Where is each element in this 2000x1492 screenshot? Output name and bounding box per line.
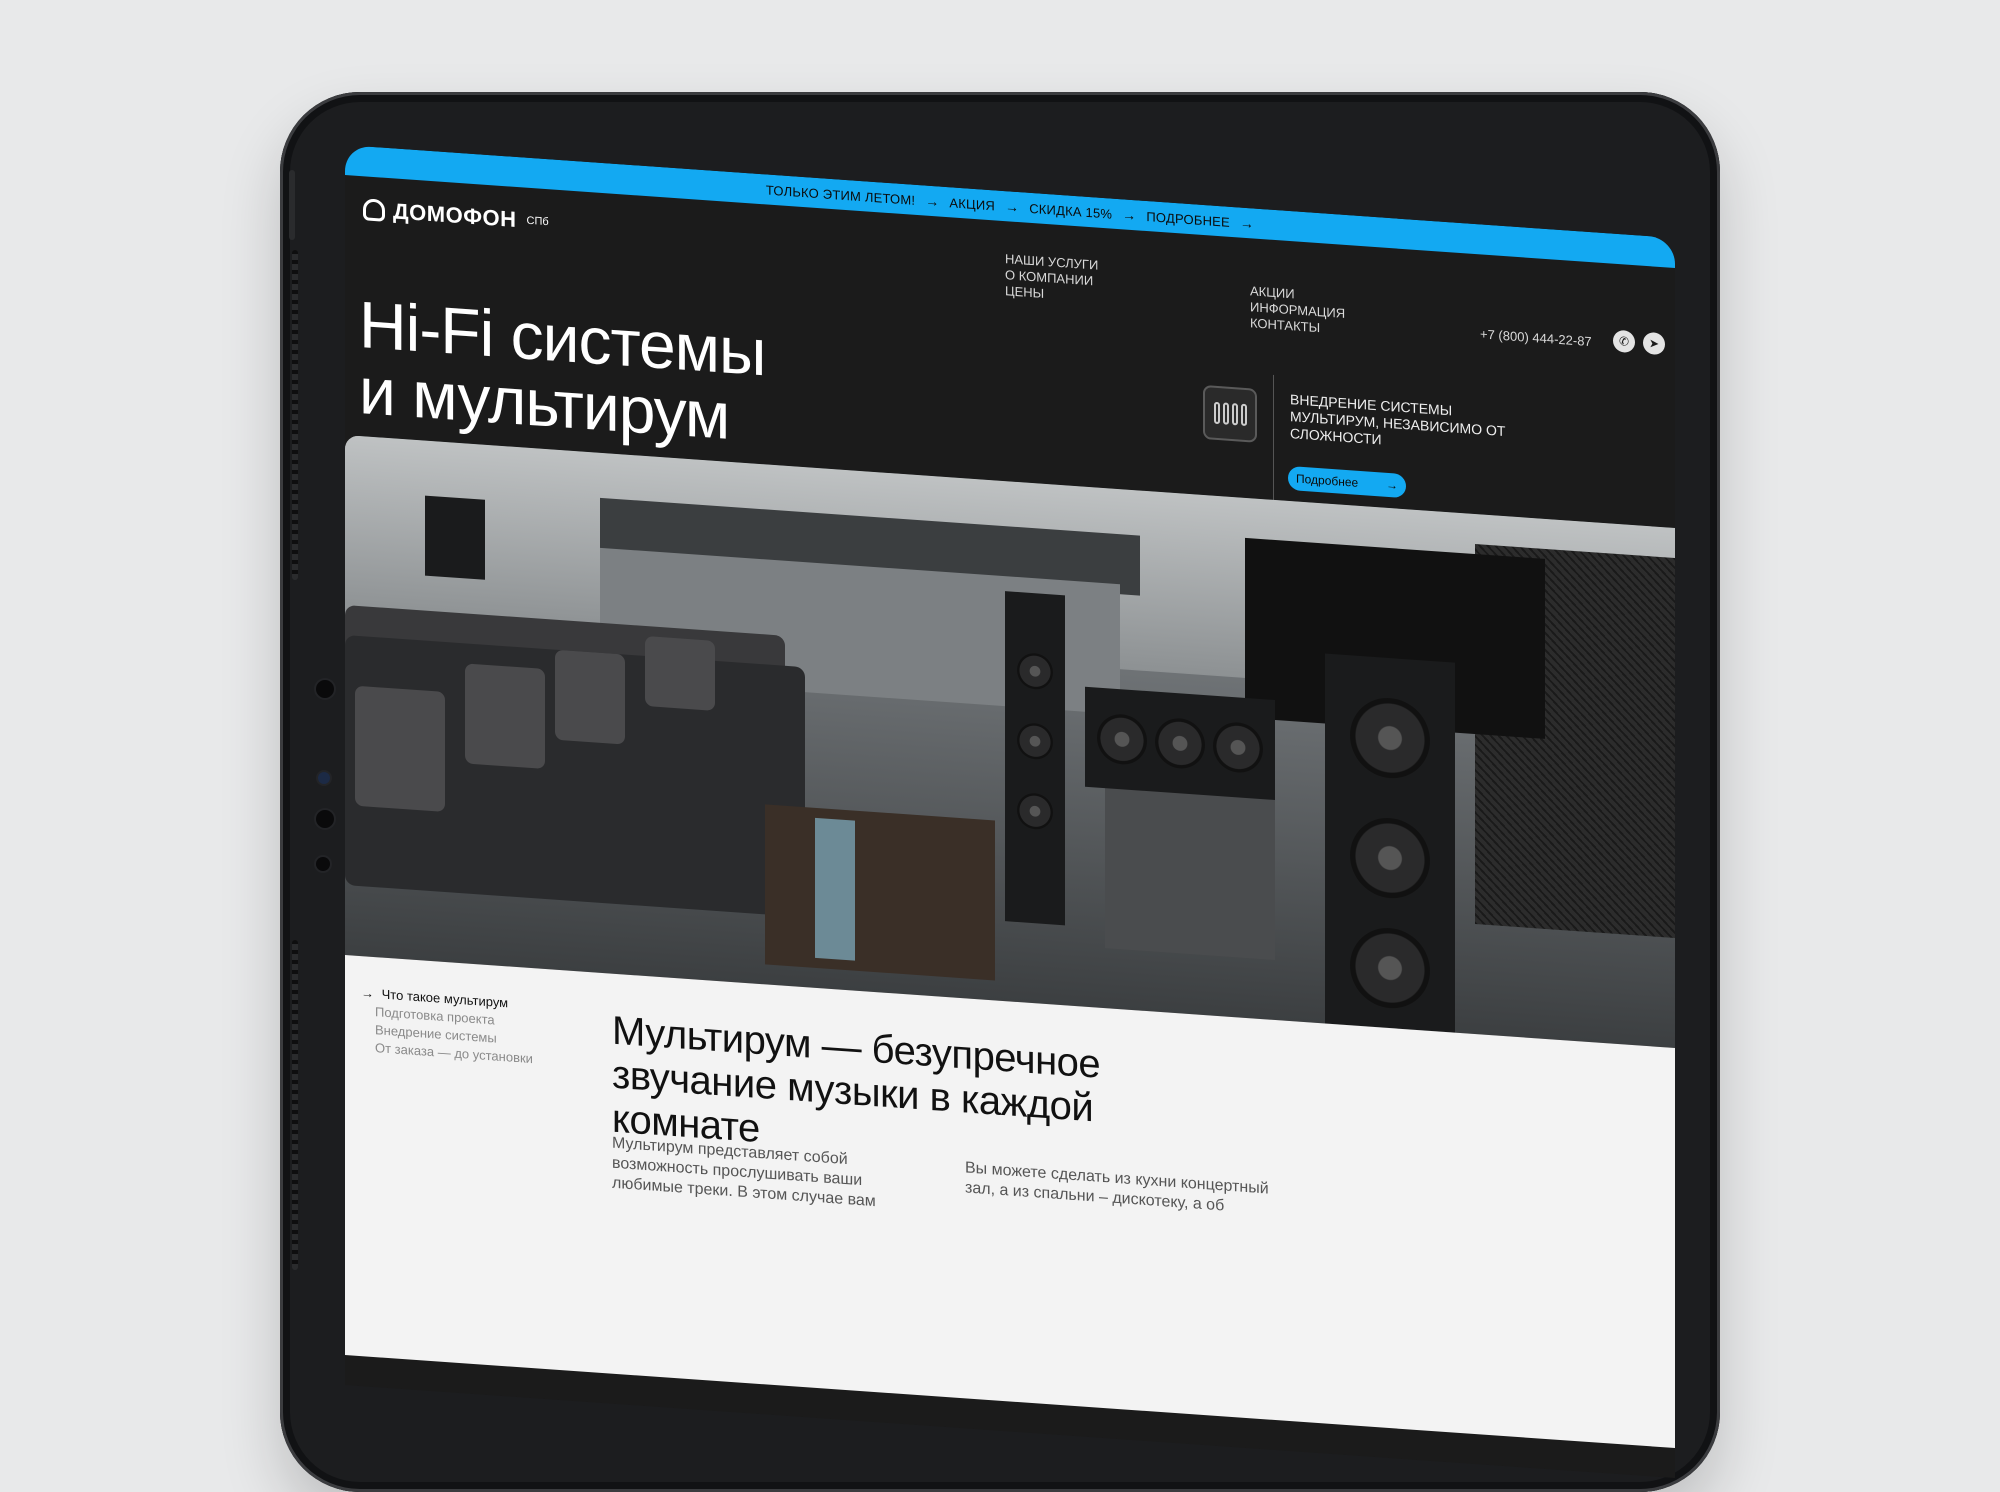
image-speaker-left [1005,591,1065,926]
arrow-right-icon: → [1122,206,1137,224]
promo-link-more[interactable]: ПОДРОБНЕЕ [1146,209,1230,230]
promo-text-discount: СКИДКА 15% [1029,200,1113,222]
phone-number[interactable]: +7 (800) 444-22-87 [1480,326,1592,349]
speaker-grille-lower [292,940,298,1270]
hero-image [345,435,1675,1049]
screen: ТОЛЬКО ЭТИМ ЛЕТОМ! → АКЦИЯ → СКИДКА 15% … [345,145,1675,1479]
speaker-grille [292,250,298,580]
divider [1273,374,1274,505]
image-table [765,804,995,981]
arrow-right-icon: → [1004,198,1020,216]
image-pillow [645,635,715,711]
whatsapp-icon[interactable]: ✆ [1613,329,1635,354]
image-rack [1105,778,1275,961]
logo[interactable]: ДОМОФОН СПб [363,196,549,235]
logo-text: ДОМОФОН [393,198,517,232]
multiroom-icon [1203,384,1257,443]
promo-text-action: АКЦИЯ [949,194,995,213]
nav-column-1: НАШИ УСЛУГИ О КОМПАНИИ ЦЕНЫ [1005,251,1098,306]
image-pillow [355,685,445,812]
image-table-glass [815,817,855,961]
sensor-dot [316,680,334,698]
hero-title: Hi-Fi системы и мультирум [359,287,766,453]
image-speaker-right [1325,653,1455,1033]
image-stand-speaker [425,495,485,580]
table-of-contents: → Что такое мультирум Подготовка проекта… [361,984,533,1068]
promo-text-only-summer: ТОЛЬКО ЭТИМ ЛЕТОМ! [765,181,916,208]
image-pillow [555,649,625,745]
more-button[interactable]: Подробнее → [1288,465,1406,499]
hero-description: ВНЕДРЕНИЕ СИСТЕМЫ МУЛЬТИРУМ, НЕЗАВИСИМО … [1290,391,1506,448]
more-button-label: Подробнее [1296,471,1359,490]
sensor-dot-2 [316,810,334,828]
arrow-right-icon: → [361,985,374,1002]
arrow-right-icon: → [1386,477,1398,493]
volume-button [289,170,295,240]
arrow-right-icon: → [1239,214,1255,232]
image-pillow [465,663,545,769]
arrow-right-icon: → [925,192,940,210]
logo-suffix: СПб [526,214,549,229]
image-center-speaker [1085,686,1275,801]
nav-column-2: АКЦИИ ИНФОРМАЦИЯ КОНТАКТЫ [1250,283,1345,338]
camera-icon [318,772,330,784]
sensor-dot-3 [316,857,330,871]
telegram-icon[interactable]: ➤ [1643,331,1665,356]
logo-icon [363,198,385,222]
